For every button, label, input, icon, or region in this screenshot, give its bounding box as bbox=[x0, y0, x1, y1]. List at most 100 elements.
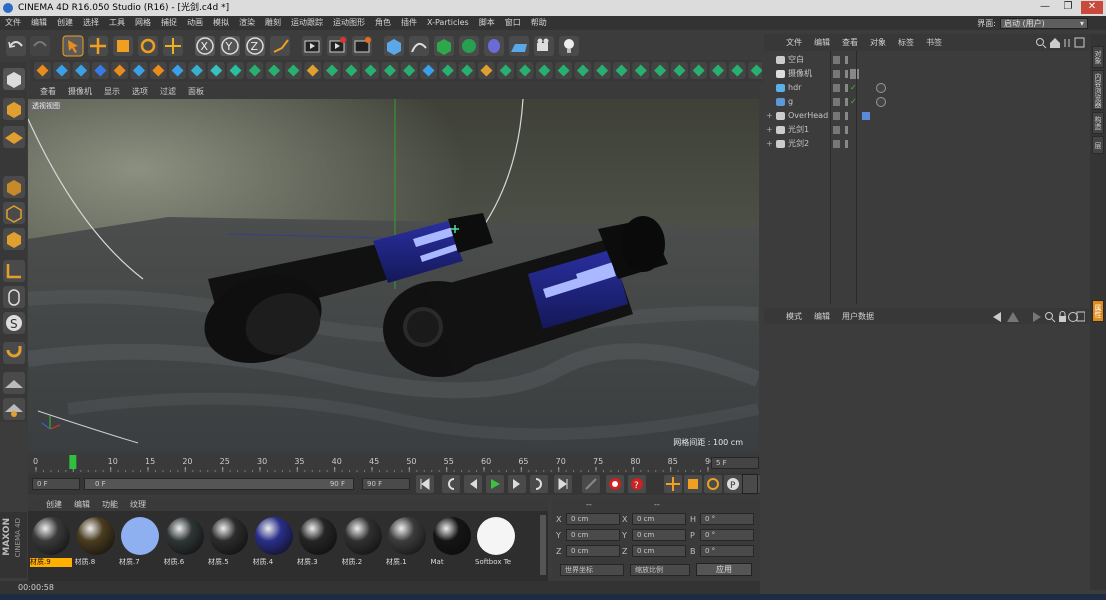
plugin-tool-icon[interactable] bbox=[149, 62, 167, 79]
render-dots[interactable] bbox=[845, 112, 848, 120]
forward-arrow-icon[interactable] bbox=[1033, 312, 1041, 322]
material-swatch[interactable]: 材质.9 bbox=[30, 515, 72, 567]
tab-layers[interactable]: 层 bbox=[1092, 136, 1104, 154]
attribute-menu-item[interactable]: 模式 bbox=[780, 311, 808, 322]
z-axis-icon[interactable]: Z bbox=[245, 36, 265, 56]
material-swatch[interactable]: 材质.2 bbox=[342, 515, 384, 567]
polygons-mode-icon[interactable] bbox=[3, 228, 25, 250]
material-swatch[interactable]: Softbox Te bbox=[475, 515, 517, 567]
snap-icon[interactable]: S bbox=[3, 312, 25, 334]
previous-frame-icon[interactable] bbox=[464, 475, 482, 493]
coord-value-field[interactable]: 0 cm bbox=[632, 513, 686, 525]
plugin-tool-icon[interactable] bbox=[246, 62, 264, 79]
search-icon[interactable] bbox=[1045, 312, 1056, 323]
material-menu-item[interactable]: 创建 bbox=[40, 499, 68, 510]
go-to-start-icon[interactable] bbox=[416, 475, 434, 493]
coord-value-field[interactable]: 0 ° bbox=[700, 529, 754, 541]
plugin-tool-icon[interactable] bbox=[670, 62, 688, 79]
object-row[interactable]: 光剑2 + bbox=[766, 137, 1086, 151]
live-select-icon[interactable] bbox=[163, 36, 183, 56]
subdivision-surface-icon[interactable] bbox=[434, 36, 454, 56]
y-axis-icon[interactable]: Y bbox=[220, 36, 240, 56]
plugin-tool-icon[interactable] bbox=[91, 62, 109, 79]
plugin-tool-icon[interactable] bbox=[53, 62, 71, 79]
material-swatch[interactable]: Mat bbox=[431, 515, 473, 567]
plugin-tool-icon[interactable] bbox=[362, 62, 380, 79]
timeline-options-icon[interactable] bbox=[742, 474, 758, 494]
keyframe-selection-icon[interactable] bbox=[582, 475, 600, 493]
viewport-menu-item[interactable]: 过滤 bbox=[154, 86, 182, 97]
material-menu-item[interactable]: 功能 bbox=[96, 499, 124, 510]
play-icon[interactable] bbox=[486, 475, 504, 493]
plugin-tool-icon[interactable] bbox=[497, 62, 515, 79]
plugin-tool-icon[interactable] bbox=[709, 62, 727, 79]
camera-icon[interactable] bbox=[534, 36, 554, 56]
visibility-toggle[interactable] bbox=[833, 140, 840, 148]
perspective-viewport[interactable]: 透视视图 网格间距 : 100 cm bbox=[28, 99, 759, 452]
plugin-tool-icon[interactable] bbox=[265, 62, 283, 79]
menu-item[interactable]: 插件 bbox=[396, 16, 422, 30]
menu-item[interactable]: X-Particles bbox=[422, 16, 474, 30]
maximize-button[interactable]: ❐ bbox=[1057, 1, 1079, 14]
coord-value-field[interactable]: 0 cm bbox=[632, 529, 686, 541]
menu-item[interactable]: 雕刻 bbox=[260, 16, 286, 30]
viewport-menu-item[interactable]: 查看 bbox=[34, 86, 62, 97]
render-dots[interactable] bbox=[845, 56, 848, 64]
visibility-toggle[interactable] bbox=[833, 70, 840, 78]
menu-item[interactable]: 捕捉 bbox=[156, 16, 182, 30]
object-row[interactable]: 摄像机 bbox=[766, 67, 1086, 81]
lock-icon[interactable] bbox=[1059, 311, 1066, 323]
object-menu-item[interactable]: 标签 bbox=[892, 37, 920, 48]
render-view-icon[interactable] bbox=[302, 36, 322, 56]
visibility-toggle[interactable] bbox=[833, 126, 840, 134]
coordinate-system-icon[interactable] bbox=[270, 36, 290, 56]
render-settings-icon[interactable] bbox=[352, 36, 372, 56]
plugin-tool-icon[interactable] bbox=[613, 62, 630, 79]
camera-tag-icon[interactable] bbox=[850, 69, 859, 79]
menu-item[interactable]: 帮助 bbox=[526, 16, 552, 30]
material-swatch[interactable]: 材质.5 bbox=[208, 515, 250, 567]
panel-options-icon[interactable] bbox=[1074, 37, 1085, 48]
render-picture-viewer-icon[interactable] bbox=[327, 36, 347, 56]
viewport-menu-item[interactable]: 选项 bbox=[126, 86, 154, 97]
end-frame-input[interactable]: 90 F bbox=[362, 478, 410, 490]
close-button[interactable]: ✕ bbox=[1081, 1, 1103, 14]
plugin-tool-icon[interactable] bbox=[34, 62, 51, 79]
deformer-icon[interactable] bbox=[484, 36, 504, 56]
menu-item[interactable]: 渲染 bbox=[234, 16, 260, 30]
plugin-tool-icon[interactable] bbox=[342, 62, 360, 79]
x-axis-icon[interactable]: X bbox=[195, 36, 215, 56]
render-dots[interactable] bbox=[845, 140, 848, 148]
material-scrollbar[interactable] bbox=[540, 515, 546, 575]
preview-range-slider[interactable]: 0 F 90 F bbox=[84, 478, 354, 490]
magnet-icon[interactable] bbox=[3, 342, 25, 364]
light-icon[interactable] bbox=[559, 36, 579, 56]
object-row[interactable]: 光剑1 + bbox=[766, 123, 1086, 137]
object-row[interactable]: g ✓ bbox=[766, 95, 1086, 109]
object-menu-item[interactable]: 文件 bbox=[780, 37, 808, 48]
plugin-tool-icon[interactable] bbox=[323, 62, 341, 79]
visibility-toggle[interactable] bbox=[833, 112, 840, 120]
tag-icon[interactable] bbox=[862, 112, 870, 120]
up-arrow-icon[interactable] bbox=[1007, 312, 1019, 322]
menu-item[interactable]: 运动跟踪 bbox=[286, 16, 328, 30]
plugin-tool-icon[interactable] bbox=[72, 62, 90, 79]
timeline[interactable]: 051015202530354045505560657075808590 5 F bbox=[28, 453, 760, 473]
plugin-tool-icon[interactable] bbox=[477, 62, 495, 79]
points-mode-icon[interactable] bbox=[3, 176, 25, 198]
next-key-icon[interactable] bbox=[530, 475, 548, 493]
menu-item[interactable]: 运动图形 bbox=[328, 16, 370, 30]
workplane-icon[interactable] bbox=[3, 372, 25, 394]
enabled-check-icon[interactable]: ✓ bbox=[850, 81, 857, 95]
minimize-button[interactable]: — bbox=[1034, 1, 1056, 14]
visibility-toggle[interactable] bbox=[833, 56, 840, 64]
plugin-tool-icon[interactable] bbox=[207, 62, 225, 79]
select-tool-icon[interactable] bbox=[62, 35, 84, 57]
visibility-toggle[interactable] bbox=[833, 98, 840, 106]
plugin-tool-icon[interactable] bbox=[130, 62, 148, 79]
texture-mode-icon[interactable] bbox=[3, 126, 25, 148]
autokey-icon[interactable]: ? bbox=[628, 475, 646, 493]
material-swatch[interactable]: 材质.6 bbox=[164, 515, 206, 567]
material-swatch[interactable]: 材质.3 bbox=[297, 515, 339, 567]
plugin-tool-icon[interactable] bbox=[439, 62, 457, 79]
